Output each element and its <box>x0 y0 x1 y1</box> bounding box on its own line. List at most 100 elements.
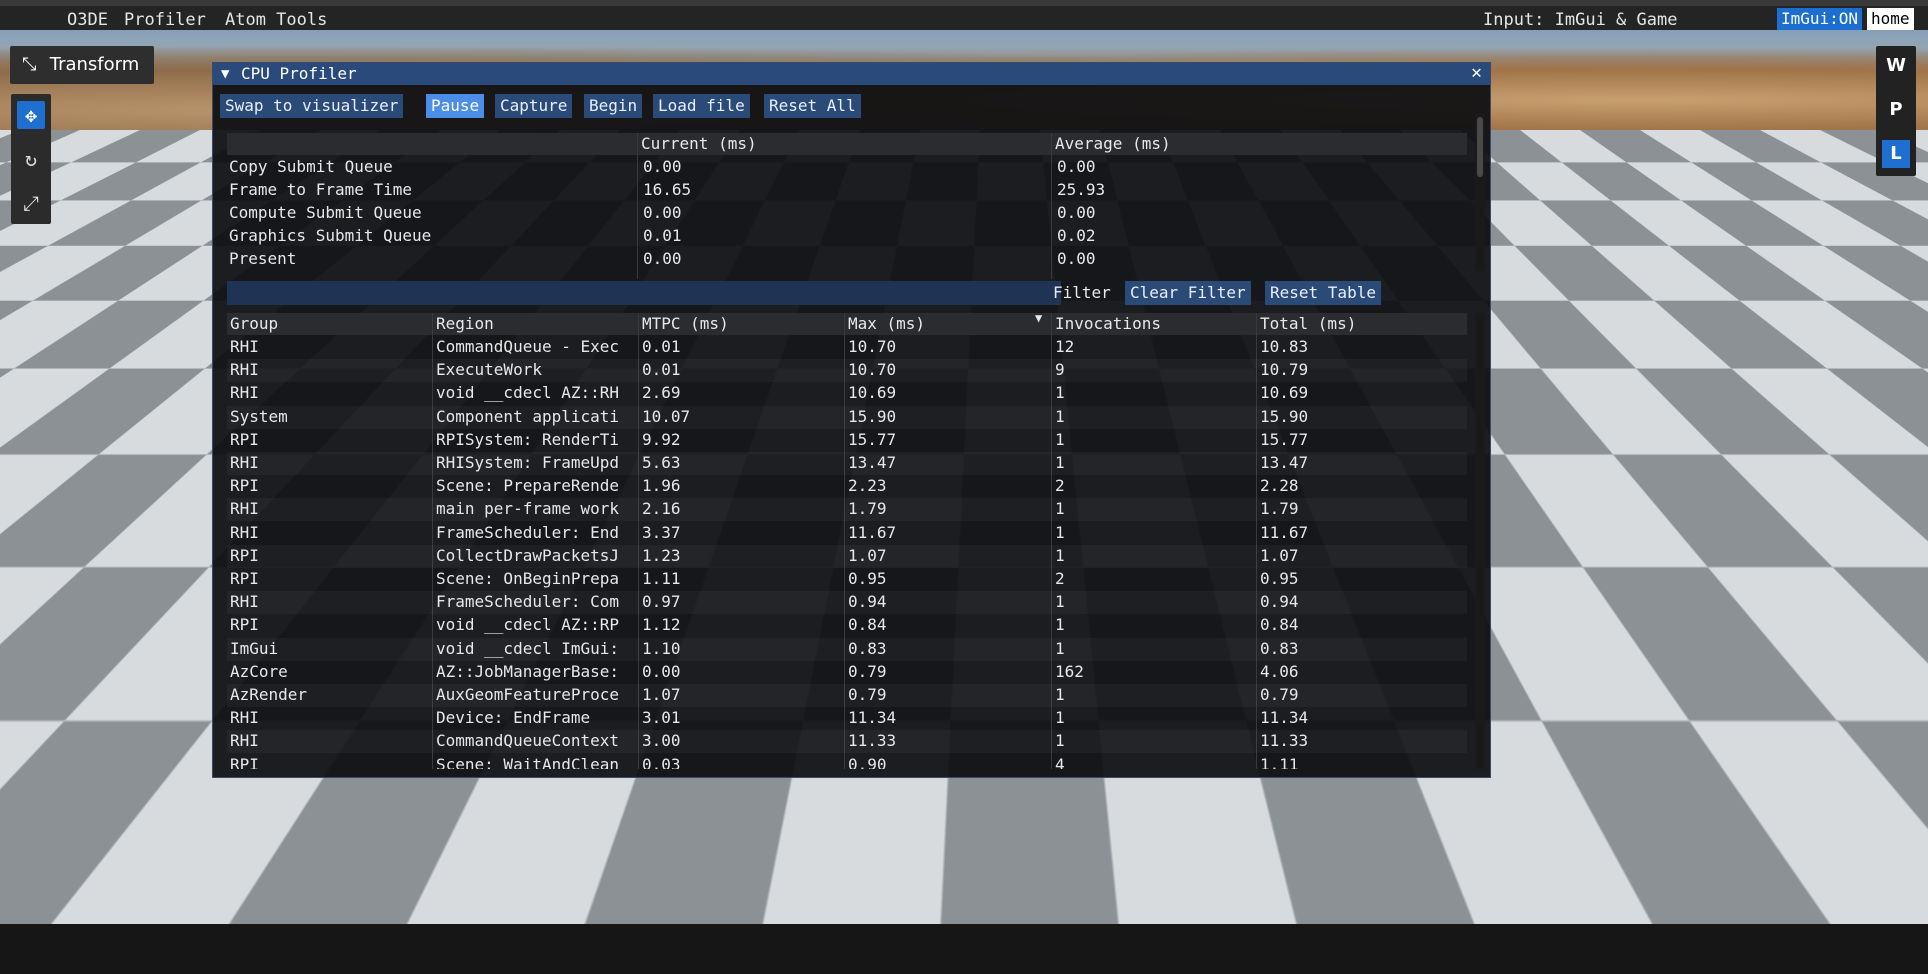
summary-row-average: 0.00 <box>1057 203 1462 222</box>
sort-descending-icon: ▼ <box>1035 313 1049 325</box>
cell-max: 10.69 <box>848 383 1043 402</box>
table-row[interactable]: RHI Device: EndFrame 3.01 11.34 1 11.34 <box>227 707 1467 730</box>
parent-space-button[interactable]: P <box>1882 96 1910 124</box>
table-row[interactable]: ImGui void __cdecl ImGui: 1.10 0.83 1 0.83 <box>227 638 1467 661</box>
swap-to-visualizer-button[interactable]: Swap to visualizer <box>220 94 403 118</box>
table-row[interactable]: AzRender AuxGeomFeatureProce 1.07 0.79 1 0.79 <box>227 684 1467 707</box>
table-row[interactable]: RPI RPISystem: RenderTi 9.92 15.77 1 15.77 <box>227 429 1467 452</box>
capture-button[interactable]: Capture <box>495 94 572 118</box>
cell-max: 11.33 <box>848 731 1043 750</box>
local-space-button[interactable]: L <box>1882 140 1910 168</box>
menu-atom-tools[interactable]: Atom Tools <box>225 10 327 30</box>
table-row[interactable]: RHI main per-frame work 2.16 1.79 1 1.79 <box>227 498 1467 521</box>
transform-button[interactable]: ⤡ Transform <box>10 46 154 84</box>
table-row[interactable]: RHI FrameScheduler: End 3.37 11.67 1 11.67 <box>227 522 1467 545</box>
cell-mtpc: 9.92 <box>642 430 837 449</box>
cell-group: RPI <box>230 430 425 449</box>
column-invocations[interactable]: Invocations <box>1055 314 1215 333</box>
begin-button[interactable]: Begin <box>584 94 642 118</box>
cell-mtpc: 0.00 <box>642 662 837 681</box>
filter-label: Filter <box>1053 283 1111 302</box>
table-row[interactable]: RHI CommandQueue - Exec 0.01 10.70 12 10.83 <box>227 336 1467 359</box>
table-scrollbar[interactable] <box>1475 313 1485 769</box>
summary-row-name: Present <box>229 249 634 268</box>
imgui-status-badge[interactable]: ImGui:ON <box>1777 8 1862 30</box>
reset-table-button[interactable]: Reset Table <box>1265 281 1381 305</box>
cell-invocations: 2 <box>1055 476 1250 495</box>
cell-group: RHI <box>230 592 425 611</box>
axis-x-label: X <box>142 846 157 871</box>
transform-toolbar: ✥ ↻ ⤢ <box>11 94 51 224</box>
column-mtpc[interactable]: MTPC (ms) <box>642 314 802 333</box>
rotate-icon[interactable]: ↻ <box>17 145 45 173</box>
summary-row-name: Copy Submit Queue <box>229 157 634 176</box>
cell-group: RHI <box>230 708 425 727</box>
menu-profiler[interactable]: Profiler <box>124 10 206 30</box>
close-icon[interactable]: ✕ <box>1471 62 1482 84</box>
cell-mtpc: 3.00 <box>642 731 837 750</box>
cell-mtpc: 1.10 <box>642 639 837 658</box>
clear-filter-button[interactable]: Clear Filter <box>1125 281 1251 305</box>
cell-region: RPISystem: RenderTi <box>436 430 636 449</box>
cell-group: RHI <box>230 337 425 356</box>
cell-total: 1.07 <box>1260 546 1455 565</box>
cell-max: 0.94 <box>848 592 1043 611</box>
cell-total: 0.95 <box>1260 569 1455 588</box>
world-space-button[interactable]: W <box>1882 52 1910 80</box>
summary-header-average[interactable]: Average (ms) <box>1055 134 1465 153</box>
table-row[interactable]: RHI CommandQueueContext 3.00 11.33 1 11.33 <box>227 730 1467 753</box>
table-row[interactable]: RHI RHISystem: FrameUpd 5.63 13.47 1 13.47 <box>227 452 1467 475</box>
table-row[interactable]: RPI void __cdecl AZ::RP 1.12 0.84 1 0.84 <box>227 614 1467 637</box>
cell-region: CommandQueue - Exec <box>436 337 636 356</box>
load-file-button[interactable]: Load file <box>653 94 750 118</box>
table-row[interactable]: RHI ExecuteWork 0.01 10.70 9 10.79 <box>227 359 1467 382</box>
profiler-title-bar[interactable]: ▼ CPU Profiler ✕ <box>213 63 1490 85</box>
summary-header-current[interactable]: Current (ms) <box>641 134 1051 153</box>
pause-button[interactable]: Pause <box>426 94 484 118</box>
table-row[interactable]: RPI Scene: PrepareRende 1.96 2.23 2 2.28 <box>227 475 1467 498</box>
axis-gizmo: Z Y X <box>76 784 156 874</box>
column-max[interactable]: Max (ms) <box>848 314 1008 333</box>
table-row[interactable]: RPI CollectDrawPacketsJ 1.23 1.07 1 1.07 <box>227 545 1467 568</box>
table-row[interactable]: AzCore AZ::JobManagerBase: 0.00 0.79 162 4.06 <box>227 661 1467 684</box>
move-icon[interactable]: ✥ <box>17 101 45 129</box>
column-total[interactable]: Total (ms) <box>1260 314 1420 333</box>
table-row[interactable]: RHI void __cdecl AZ::RH 2.69 10.69 1 10.69 <box>227 382 1467 405</box>
cell-total: 10.83 <box>1260 337 1455 356</box>
cell-invocations: 1 <box>1055 499 1250 518</box>
summary-scrollbar[interactable] <box>1475 113 1485 271</box>
cell-max: 1.79 <box>848 499 1043 518</box>
home-badge[interactable]: home <box>1867 8 1914 30</box>
summary-scrollbar-thumb[interactable] <box>1477 117 1483 177</box>
cell-max: 0.95 <box>848 569 1043 588</box>
cell-invocations: 1 <box>1055 407 1250 426</box>
cell-max: 11.67 <box>848 523 1043 542</box>
scale-icon[interactable]: ⤢ <box>17 189 45 217</box>
summary-row-current: 0.01 <box>643 226 1048 245</box>
summary-row-average: 25.93 <box>1057 180 1462 199</box>
table-row[interactable]: RHI FrameScheduler: Com 0.97 0.94 1 0.94 <box>227 591 1467 614</box>
cell-max: 2.23 <box>848 476 1043 495</box>
cell-region: FrameScheduler: Com <box>436 592 636 611</box>
cell-invocations: 1 <box>1055 383 1250 402</box>
timing-table-header: Group Region MTPC (ms) Max (ms) ▼ Invoca… <box>227 313 1467 335</box>
cell-region: main per-frame work <box>436 499 636 518</box>
column-group[interactable]: Group <box>230 314 390 333</box>
column-region[interactable]: Region <box>436 314 596 333</box>
reset-all-button[interactable]: Reset All <box>764 94 861 118</box>
cell-invocations: 12 <box>1055 337 1250 356</box>
axis-y-label: Y <box>98 804 111 829</box>
menu-o3de[interactable]: O3DE <box>67 10 108 30</box>
cell-max: 10.70 <box>848 360 1043 379</box>
cell-region: RHISystem: FrameUpd <box>436 453 636 472</box>
table-row[interactable]: RPI Scene: OnBeginPrepa 1.11 0.95 2 0.95 <box>227 568 1467 591</box>
table-row[interactable]: System Component applicati 10.07 15.90 1 15.9… <box>227 406 1467 429</box>
collapse-triangle-icon[interactable]: ▼ <box>221 63 229 85</box>
cell-region: CollectDrawPacketsJ <box>436 546 636 565</box>
cell-mtpc: 1.96 <box>642 476 837 495</box>
table-row[interactable]: RPI Scene: WaitAndClean 0.03 0.90 4 1.11 <box>227 754 1467 769</box>
cell-max: 13.47 <box>848 453 1043 472</box>
filter-input[interactable] <box>227 281 1061 305</box>
coordinate-space-toolbar: W P L <box>1876 46 1916 176</box>
cell-mtpc: 3.01 <box>642 708 837 727</box>
